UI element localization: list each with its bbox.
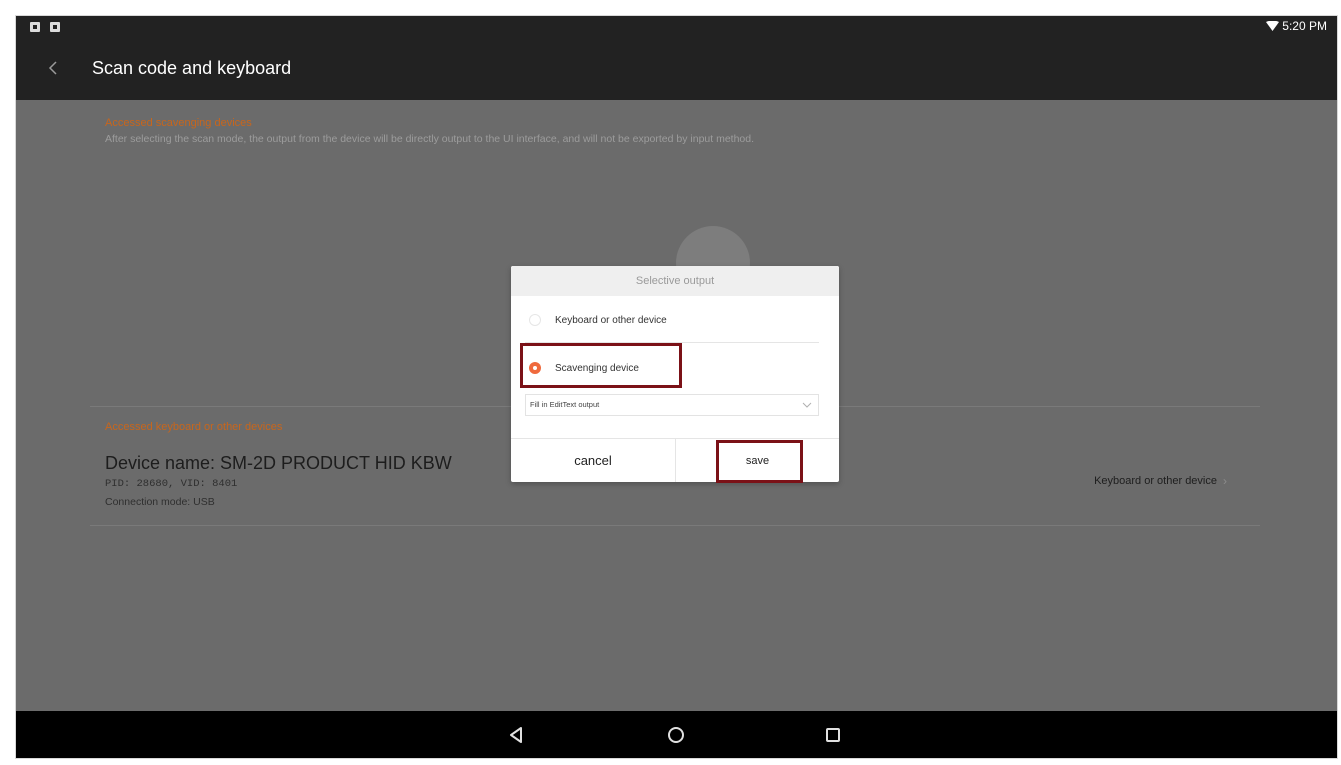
option-keyboard-label: Keyboard or other device [555, 314, 667, 326]
option-divider [525, 342, 819, 343]
device-screen: 5:20 PM Scan code and keyboard Accessed … [15, 15, 1338, 759]
radio-checked-icon[interactable] [529, 362, 541, 374]
status-bar: 5:20 PM [16, 16, 1337, 38]
wifi-icon [1266, 20, 1280, 31]
home-icon[interactable] [664, 723, 688, 747]
output-mode-link[interactable]: Keyboard or other device › [1094, 474, 1227, 488]
navigation-bar [16, 711, 1337, 758]
dialog-button-row: cancel save [511, 438, 839, 482]
cancel-button[interactable]: cancel [511, 439, 675, 482]
keyboard-section-label: Accessed keyboard or other devices [105, 421, 283, 433]
output-mode-select-value: Fill in EditText output [530, 400, 600, 409]
device-ids: PID: 28680, VID: 8401 [105, 478, 238, 490]
image-icon [30, 22, 40, 32]
scanner-section-description: After selecting the scan mode, the outpu… [105, 133, 755, 145]
output-mode-label: Keyboard or other device [1094, 475, 1217, 487]
option-scavenging[interactable]: Scavenging device [529, 362, 639, 374]
recents-icon[interactable] [821, 723, 845, 747]
back-icon[interactable] [505, 723, 529, 747]
status-time: 5:20 PM [1282, 19, 1327, 33]
scanner-section-label: Accessed scavenging devices [105, 117, 252, 129]
chevron-down-icon [802, 395, 812, 422]
connection-mode: Connection mode: USB [105, 496, 215, 508]
app-bar: Scan code and keyboard [16, 38, 1337, 100]
chevron-left-icon[interactable] [44, 58, 64, 78]
status-right: 5:20 PM [1266, 19, 1327, 33]
chevron-right-icon: › [1223, 474, 1227, 488]
option-scavenging-label: Scavenging device [555, 362, 639, 374]
save-button[interactable]: save [675, 439, 839, 482]
device-name: Device name: SM-2D PRODUCT HID KBW [105, 453, 452, 473]
notification-icon [50, 22, 60, 32]
device-divider [90, 525, 1260, 526]
radio-unchecked-icon[interactable] [529, 314, 541, 326]
selective-output-dialog: Selective output Keyboard or other devic… [511, 266, 839, 482]
option-keyboard[interactable]: Keyboard or other device [529, 314, 667, 326]
page-title: Scan code and keyboard [92, 58, 292, 78]
dialog-title: Selective output [511, 266, 839, 296]
output-mode-select[interactable]: Fill in EditText output [525, 394, 819, 416]
